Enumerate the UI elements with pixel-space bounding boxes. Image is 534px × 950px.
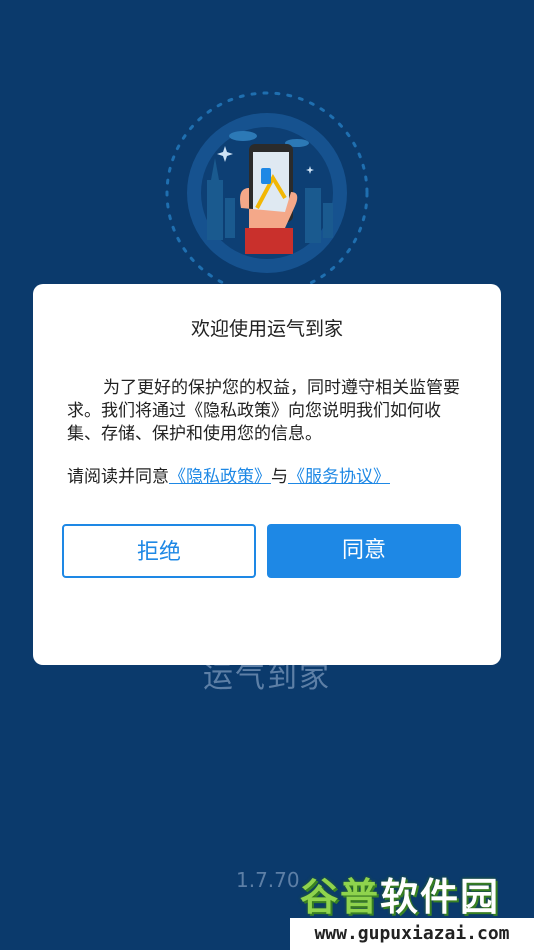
privacy-dialog: 欢迎使用运气到家 为了更好的保护您的权益，同时遵守相关监管要求。我们将通过《隐私…	[33, 284, 501, 665]
dialog-title: 欢迎使用运气到家	[190, 318, 343, 340]
watermark-logo-part2: 软件园	[380, 875, 501, 919]
splash-screen: 运气到家 1.7.70 谷普软件园 www.gupuxiazai.com 欢迎使…	[0, 0, 534, 950]
dialog-body-text: 为了更好的保护您的权益，同时遵守相关监管要求。我们将通过《隐私政策》向您说明我们…	[67, 378, 460, 444]
consent-line: 请阅读并同意《隐私政策》与《服务协议》	[67, 462, 487, 487]
watermark-logo-part1: 谷普	[300, 875, 381, 919]
consent-joiner: 与	[271, 467, 288, 487]
watermark: 谷普软件园 www.gupuxiazai.com	[290, 862, 534, 950]
consent-prefix: 请阅读并同意	[67, 467, 169, 487]
hand-holding-phone-icon	[165, 91, 369, 295]
service-agreement-link[interactable]: 《服务协议》	[288, 467, 390, 487]
reject-button[interactable]: 拒绝	[62, 524, 256, 578]
privacy-policy-link[interactable]: 《隐私政策》	[169, 467, 271, 487]
agree-button[interactable]: 同意	[267, 524, 461, 578]
watermark-logo: 谷普软件园	[300, 866, 500, 921]
dialog-body: 为了更好的保护您的权益，同时遵守相关监管要求。我们将通过《隐私政策》向您说明我们…	[67, 377, 467, 446]
watermark-url: www.gupuxiazai.com	[290, 918, 534, 950]
